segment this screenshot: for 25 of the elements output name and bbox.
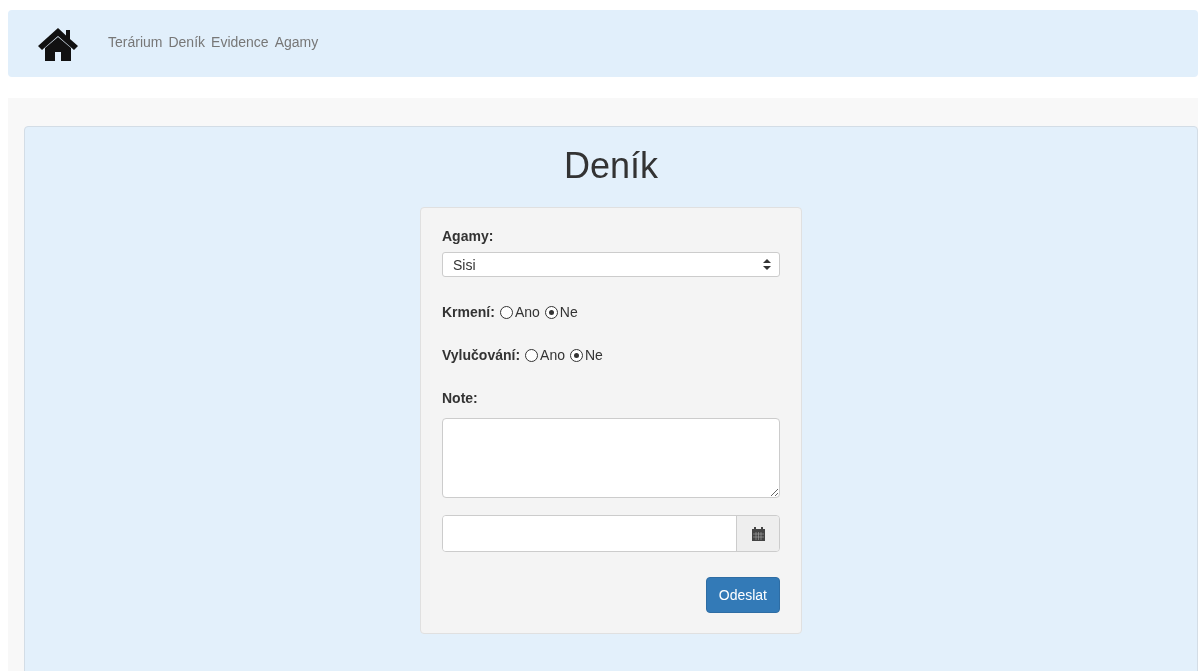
radio-label: Ne <box>559 304 578 320</box>
radio-button[interactable] <box>525 348 539 362</box>
submit-button[interactable]: Odeslat <box>705 577 780 613</box>
calendar-button[interactable] <box>736 516 779 551</box>
field-label: Vylučování: <box>442 347 521 363</box>
field-label: Note: <box>442 390 478 406</box>
radio-label: Ne <box>585 347 603 363</box>
date-field[interactable] <box>442 515 780 552</box>
nav-link[interactable]: Deník <box>168 33 206 50</box>
nav-link[interactable]: Agamy <box>274 33 319 50</box>
note-field[interactable] <box>442 418 780 498</box>
agama-select[interactable]: Sisi <box>442 252 780 277</box>
field-label: Krmení: <box>442 304 495 320</box>
radio-button[interactable] <box>544 305 558 319</box>
radio-button[interactable] <box>570 348 583 362</box>
radio-button[interactable] <box>499 305 513 319</box>
page-title: Deník <box>563 145 658 187</box>
nav-link[interactable]: Terárium <box>108 33 163 50</box>
nav-link[interactable]: Evidence <box>211 33 269 50</box>
radio-label: Ano <box>540 347 565 363</box>
calendar-icon <box>751 526 765 541</box>
field-label: Agamy: <box>442 228 495 244</box>
radio-label: Ano <box>514 304 540 320</box>
home-icon[interactable] <box>36 25 80 62</box>
sort-icon <box>763 259 771 270</box>
